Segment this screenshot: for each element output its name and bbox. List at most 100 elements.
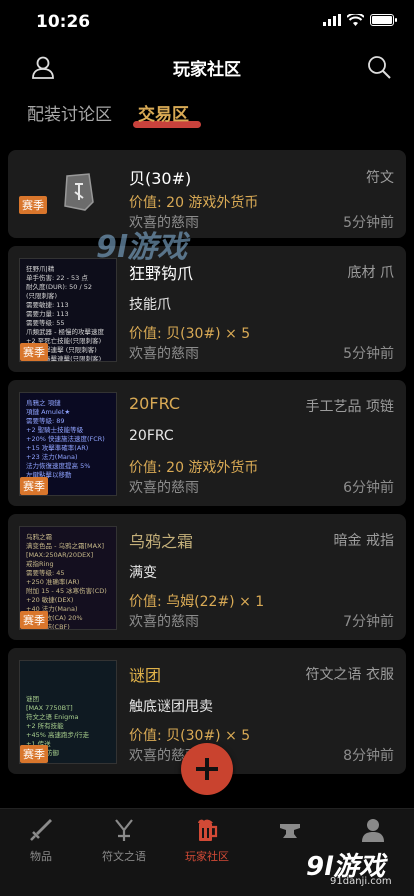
anvil-icon xyxy=(280,824,300,838)
thumbnail-text-line: +250 准确率(AR) xyxy=(26,578,80,586)
list-item[interactable]: 狂野爪|精 单手伤害: 22 - 53 点耐久度(DUR): 50 / 52 (只限… xyxy=(8,246,406,372)
sword-icon xyxy=(30,819,52,841)
item-category: 底材 爪 xyxy=(347,265,394,281)
item-category: 手工艺品 项链 xyxy=(305,399,394,415)
beer-mug-icon xyxy=(198,819,218,841)
item-desc: 20FRC xyxy=(129,428,174,444)
wifi-icon xyxy=(347,14,364,26)
tab-trade[interactable]: 交易区 xyxy=(138,100,189,125)
battery-icon xyxy=(370,14,397,26)
season-badge: 赛季 xyxy=(20,745,48,763)
thumbnail-text-line: 需要等级: 55 xyxy=(26,319,65,327)
item-thumbnail: 谜团 [MAX 7750BT] 符文之语 Enigma +2 所有技能 +45% 高速跑… xyxy=(19,660,117,764)
list-item[interactable]: 烏鴉之 項鏈 項鏈 Amulet★ 需要等級: 89 +2 聖騎士技能等級 +20% 快… xyxy=(8,380,406,506)
season-badge: 赛季 xyxy=(20,343,48,361)
thumbnail-text-line: 谜团 xyxy=(26,695,39,703)
plus-icon xyxy=(196,758,218,780)
bottom-tab-runewords[interactable]: 符文之语 xyxy=(83,817,165,864)
item-price: 价值: 贝(30#) × 5 xyxy=(129,728,251,744)
item-name: 谜团 xyxy=(129,666,162,685)
tab-trade-label: 交易区 xyxy=(138,105,189,125)
item-price: 价值: 20 游戏外货币 xyxy=(129,195,259,211)
tab-config-discussion[interactable]: 配装讨论区 xyxy=(27,100,112,125)
thumbnail-text-line: +20% 快速施法速度(FCR) xyxy=(26,435,105,443)
item-category: 暗金 戒指 xyxy=(333,533,394,549)
item-desc: 满变 xyxy=(129,565,157,581)
profile-icon xyxy=(362,819,384,842)
add-post-button[interactable] xyxy=(181,743,233,795)
item-seller: 欢喜的慈雨 xyxy=(129,614,199,630)
list-item[interactable]: 乌鸦之霜 满变色品 - 乌鸦之霜[MAX] [MAX:250AR/20DEX] 戒指R… xyxy=(8,514,406,640)
item-name: 贝(30#) xyxy=(129,169,192,188)
season-badge: 赛季 xyxy=(19,196,47,214)
bottom-tab-items[interactable]: 物品 xyxy=(0,817,82,864)
bottom-tab-label: 物品 xyxy=(30,850,52,863)
tab-bar: 配装讨论区 交易区 xyxy=(0,96,414,132)
item-name: 20FRC xyxy=(129,394,181,413)
list-item[interactable]: 赛季 贝(30#) 符文 价值: 20 游戏外货币 欢喜的慈雨 5分钟前 xyxy=(8,150,406,238)
item-time: 5分钟前 xyxy=(343,346,394,362)
thumbnail-text-line: 烏鴉之 項鏈 xyxy=(26,399,61,407)
bottom-tab-forge[interactable] xyxy=(249,817,331,848)
thumbnail-text-line: 满变色品 - 乌鸦之霜[MAX] xyxy=(26,542,105,550)
item-category: 符文 xyxy=(366,170,394,186)
thumbnail-text-line: [MAX:250AR/20DEX] xyxy=(26,551,94,559)
season-badge: 赛季 xyxy=(20,477,48,495)
nav-bar: 玩家社区 xyxy=(0,44,414,90)
thumbnail-text-line: 戒指Ring xyxy=(26,560,54,568)
thumbnail-text: 烏鴉之 項鏈 項鏈 Amulet★ 需要等級: 89 +2 聖騎士技能等級 +20% 快… xyxy=(26,399,112,480)
bottom-tab-label: 玩家社区 xyxy=(185,850,229,863)
rune-stone-icon xyxy=(64,173,94,211)
item-time: 6分钟前 xyxy=(343,480,394,496)
thumbnail-text-line: +15 攻擊準確率(AR) xyxy=(26,444,89,452)
status-bar: 10:26 xyxy=(0,0,414,44)
page-title: 玩家社区 xyxy=(173,60,241,80)
item-time: 5分钟前 xyxy=(343,215,394,231)
season-badge: 赛季 xyxy=(20,611,48,629)
thumbnail-text-line: 項鏈 Amulet★ xyxy=(26,408,71,416)
thumbnail-text-line: +2 所有技能 xyxy=(26,722,64,730)
item-thumbnail: 烏鴉之 項鏈 項鏈 Amulet★ 需要等級: 89 +2 聖騎士技能等級 +20% 快… xyxy=(19,392,117,496)
thumbnail-text-line: 需要敏捷: 113 xyxy=(26,301,69,309)
thumbnail-text-line: 乌鸦之霜 xyxy=(26,533,52,541)
thumbnail-text-line: 需要等級: 89 xyxy=(26,417,65,425)
thumbnail-text-line: +20 敏捷(DEX) xyxy=(26,596,74,604)
item-thumbnail: 狂野爪|精 单手伤害: 22 - 53 点耐久度(DUR): 50 / 52 (只限… xyxy=(19,258,117,362)
item-desc: 触底谜团甩卖 xyxy=(129,699,213,715)
signal-icon xyxy=(323,14,341,26)
thumbnail-text-line: +2 聖騎士技能等級 xyxy=(26,426,84,434)
item-price: 价值: 贝(30#) × 5 xyxy=(129,326,251,342)
status-time: 10:26 xyxy=(36,12,91,32)
thumbnail-text-line: 耐久度(DUR): 50 / 52 xyxy=(26,283,92,291)
item-seller: 欢喜的慈雨 xyxy=(129,346,199,362)
item-time: 7分钟前 xyxy=(343,614,394,630)
status-icons xyxy=(323,14,397,26)
thumbnail-text-line: 单手伤害: 22 - 53 点 xyxy=(26,274,88,282)
bottom-tab-profile[interactable] xyxy=(332,817,414,848)
thumbnail-text-line: 狂野爪|精 xyxy=(26,265,55,273)
thumbnail-text-line: 需要力量: 113 xyxy=(26,310,69,318)
item-desc: 技能爪 xyxy=(129,297,171,313)
watermark-url: 91danji.com xyxy=(330,876,392,887)
thumbnail-text-line: [MAX 7750BT] xyxy=(26,704,73,712)
rune-icon xyxy=(115,819,133,841)
thumbnail-text-line: 爪類武器 - 極慢的攻擊速度 xyxy=(26,328,104,336)
item-thumbnail: 赛季 xyxy=(19,162,117,226)
item-seller: 欢喜的慈雨 xyxy=(129,480,199,496)
bottom-tab-label: 符文之语 xyxy=(102,850,146,863)
thumbnail-text-line: (只限刺客) xyxy=(26,292,58,300)
item-price: 价值: 乌姆(22#) × 1 xyxy=(129,594,265,610)
item-name: 乌鸦之霜 xyxy=(129,532,194,551)
thumbnail-text-line: 附加 15 - 45 冰寒伤害(CD) xyxy=(26,587,107,595)
item-thumbnail: 乌鸦之霜 满变色品 - 乌鸦之霜[MAX] [MAX:250AR/20DEX] 戒指R… xyxy=(19,526,117,630)
thumbnail-text-line: 法力恢復速度提高 5% xyxy=(26,462,91,470)
item-category: 符文之语 衣服 xyxy=(305,667,394,683)
item-time: 8分钟前 xyxy=(343,748,394,764)
thumbnail-text-line: 符文之语 Enigma xyxy=(26,713,79,721)
thumbnail-text-line: +45% 高速跑步/行走 xyxy=(26,731,90,739)
thumbnail-text-line: 需要等级: 45 xyxy=(26,569,65,577)
item-price: 价值: 20 游戏外货币 xyxy=(129,460,259,476)
thumbnail-text-line: +23 法力(Mana) xyxy=(26,453,78,461)
search-icon[interactable] xyxy=(366,54,392,80)
bottom-tab-community[interactable]: 玩家社区 xyxy=(166,817,248,864)
